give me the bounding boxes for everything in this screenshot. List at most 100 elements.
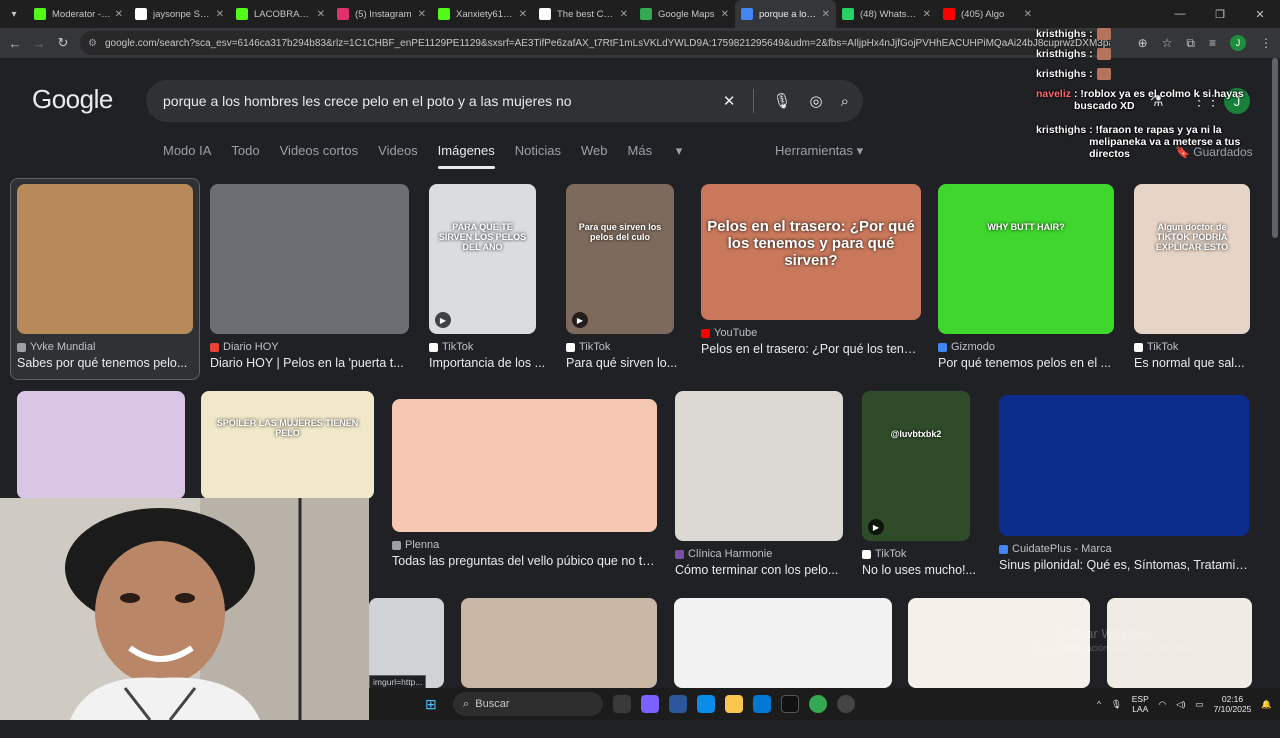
tab-search-icon[interactable]: ▾: [0, 0, 28, 28]
clock[interactable]: 02:16 7/10/2025: [1214, 694, 1252, 714]
image-result-card[interactable]: Pelos en el trasero: ¿Por qué los tenemo…: [701, 184, 921, 370]
file-explorer-icon[interactable]: [725, 695, 743, 713]
lens-icon[interactable]: ◎: [810, 92, 823, 110]
task-view-icon[interactable]: [613, 695, 631, 713]
tab-close-icon[interactable]: ✕: [1024, 9, 1032, 20]
tiktok-icon[interactable]: [781, 695, 799, 713]
browser-tab[interactable]: (48) WhatsApp ✕: [836, 0, 937, 28]
browser-tab[interactable]: LACOBRAAA St ✕: [230, 0, 331, 28]
browser-tab[interactable]: Moderator - Ki ✕: [28, 0, 129, 28]
result-source[interactable]: Clínica Harmonie: [675, 548, 772, 560]
result-thumbnail[interactable]: [17, 184, 193, 334]
result-source[interactable]: TikTok: [862, 548, 906, 560]
image-result-card[interactable]: @luvbtxbk2 ▶ TikTok No lo uses mucho!...: [862, 391, 976, 591]
edge-icon[interactable]: [697, 695, 715, 713]
tab-close-icon[interactable]: ✕: [115, 9, 123, 20]
image-result-card[interactable]: Para que sirven los pelos del culo ▶ TikTo…: [566, 184, 677, 384]
copilot-icon[interactable]: [641, 695, 659, 713]
outlook-icon[interactable]: [753, 695, 771, 713]
result-source[interactable]: TikTok: [1134, 341, 1178, 353]
windows-start-icon[interactable]: ⊞: [425, 696, 445, 712]
result-source[interactable]: CuidatePlus - Marca: [999, 543, 1112, 555]
tab-modo-ia[interactable]: Modo IA: [163, 143, 211, 159]
tab-close-icon[interactable]: ✕: [418, 9, 426, 20]
result-source[interactable]: Gizmodo: [938, 341, 995, 353]
volume-icon[interactable]: ◁): [1176, 699, 1185, 710]
result-thumbnail[interactable]: [999, 395, 1249, 536]
browser-tab[interactable]: (5) Instagram ✕: [331, 0, 432, 28]
notifications-icon[interactable]: 🔔: [1261, 699, 1272, 710]
image-result-card[interactable]: Diario HOY Diario HOY | Pelos en la 'puer…: [210, 184, 409, 384]
result-title[interactable]: Pelos en el trasero: ¿Por qué los tene..…: [701, 342, 921, 356]
result-title[interactable]: Sabes por qué tenemos pelo...: [17, 356, 193, 370]
tab-videos[interactable]: Videos: [378, 143, 418, 159]
result-thumbnail[interactable]: [17, 391, 185, 499]
image-result-card[interactable]: Plenna Todas las preguntas del vello púbi…: [392, 399, 657, 582]
clear-icon[interactable]: ✕: [723, 92, 736, 110]
browser-tab[interactable]: (405) Algo ✕: [937, 0, 1038, 28]
result-thumbnail[interactable]: [392, 399, 657, 532]
result-thumbnail[interactable]: [674, 598, 892, 688]
reload-icon[interactable]: ↻: [51, 35, 75, 51]
result-title[interactable]: Sinus pilonidal: Qué es, Síntomas, Trata…: [999, 558, 1249, 572]
image-result-card[interactable]: Clínica Harmonie Cómo terminar con los pe…: [675, 391, 843, 591]
result-source[interactable]: TikTok: [429, 341, 473, 353]
browser-tab[interactable]: jaysonpe Shop ✕: [129, 0, 230, 28]
google-logo[interactable]: Google: [32, 84, 113, 115]
language-indicator[interactable]: ESP LAA: [1132, 694, 1149, 714]
tab-mas[interactable]: Más ▾: [628, 143, 683, 159]
tab-imagenes[interactable]: Imágenes: [437, 143, 495, 169]
result-thumbnail[interactable]: Para que sirven los pelos del culo ▶: [566, 184, 674, 334]
search-box[interactable]: porque a los hombres les crece pelo en e…: [146, 80, 863, 122]
result-thumbnail[interactable]: [461, 598, 657, 688]
app-icon[interactable]: [837, 695, 855, 713]
tab-noticias[interactable]: Noticias: [515, 143, 561, 159]
browser-tab[interactable]: porque a los h ✕: [735, 0, 836, 28]
result-thumbnail[interactable]: [210, 184, 409, 334]
image-result-card[interactable]: Yvke Mundial Sabes por qué tenemos pelo..…: [17, 184, 193, 384]
tray-chevron-icon[interactable]: ^: [1097, 699, 1101, 709]
result-title[interactable]: Diario HOY | Pelos en la 'puerta t...: [210, 356, 409, 370]
search-query[interactable]: porque a los hombres les crece pelo en e…: [163, 93, 572, 109]
result-title[interactable]: Todas las preguntas del vello púbico que…: [392, 554, 657, 568]
result-title[interactable]: Es normal que sal...: [1134, 356, 1280, 370]
image-result-card[interactable]: Algun doctor de TIKTOK PODRIA EXPLICAR E…: [1134, 184, 1250, 384]
tab-videos-cortos[interactable]: Videos cortos: [280, 143, 359, 159]
tab-todo[interactable]: Todo: [231, 143, 259, 159]
tab-close-icon[interactable]: ✕: [721, 9, 729, 20]
image-result-card[interactable]: CuidatePlus - Marca Sinus pilonidal: Qué …: [999, 395, 1249, 586]
chrome-icon[interactable]: [809, 695, 827, 713]
result-title[interactable]: Cómo terminar con los pelo...: [675, 563, 845, 577]
browser-tab[interactable]: Xanxiety616 St ✕: [432, 0, 533, 28]
browser-tab[interactable]: Google Maps ✕: [634, 0, 735, 28]
mic-icon[interactable]: 🎙: [772, 92, 791, 110]
tab-close-icon[interactable]: ✕: [317, 9, 325, 20]
tab-close-icon[interactable]: ✕: [822, 9, 830, 20]
tools-button[interactable]: Herramientas ▾: [775, 143, 863, 159]
result-thumbnail[interactable]: WHY BUTT HAIR?: [938, 184, 1114, 334]
result-thumbnail[interactable]: [675, 391, 843, 541]
result-source[interactable]: Yvke Mundial: [17, 341, 95, 353]
result-thumbnail[interactable]: Pelos en el trasero: ¿Por qué los tenemo…: [701, 184, 921, 320]
result-title[interactable]: Por qué tenemos pelos en el ...: [938, 356, 1114, 370]
search-icon[interactable]: ⌕: [841, 93, 849, 110]
result-thumbnail[interactable]: SPOILER LAS MUJERES TIENEN PELO: [201, 391, 374, 499]
result-thumbnail[interactable]: PARA QUE TE SIRVEN LOS PELOS DEL ANO ▶: [429, 184, 536, 334]
battery-icon[interactable]: ▭: [1196, 699, 1204, 710]
result-source[interactable]: Plenna: [392, 539, 439, 551]
store-icon[interactable]: [669, 695, 687, 713]
tab-close-icon[interactable]: ✕: [620, 9, 628, 20]
result-source[interactable]: YouTube: [701, 327, 757, 339]
image-result-card[interactable]: WHY BUTT HAIR? Gizmodo Por qué tenemos pel…: [938, 184, 1114, 384]
result-source[interactable]: Diario HOY: [210, 341, 279, 353]
mic-tray-icon[interactable]: 🎙: [1111, 699, 1122, 710]
result-thumbnail[interactable]: Algun doctor de TIKTOK PODRIA EXPLICAR E…: [1134, 184, 1250, 334]
result-thumbnail[interactable]: @luvbtxbk2 ▶: [862, 391, 970, 541]
tab-close-icon[interactable]: ✕: [923, 9, 931, 20]
site-info-icon[interactable]: ⚙: [88, 38, 97, 49]
tab-web[interactable]: Web: [581, 143, 608, 159]
taskbar-search[interactable]: ⌕ Buscar: [453, 692, 603, 716]
forward-icon[interactable]: →: [27, 36, 51, 51]
url-field[interactable]: ⚙ google.com/search?sca_esv=6146ca317b29…: [80, 31, 1110, 55]
back-icon[interactable]: ←: [3, 36, 27, 51]
